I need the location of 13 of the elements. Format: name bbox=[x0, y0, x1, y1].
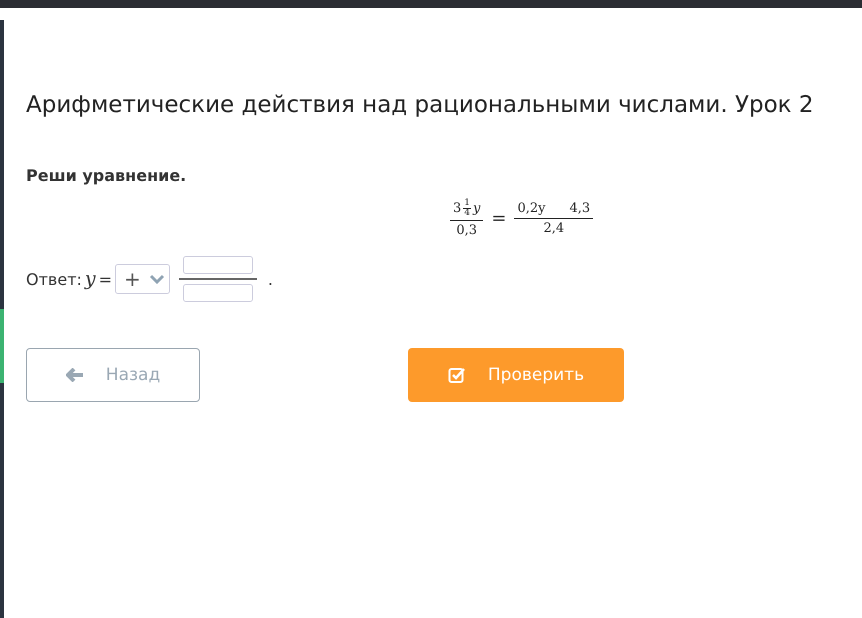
answer-variable: y bbox=[84, 268, 96, 290]
numerator-field[interactable] bbox=[182, 256, 253, 274]
denominator-field[interactable] bbox=[182, 284, 253, 302]
task-text: Реши уравнение. bbox=[26, 166, 188, 185]
answer-label: Ответ: bbox=[26, 270, 82, 288]
lesson-title: Арифметические действия над рациональными числами. Урок 2 bbox=[26, 92, 815, 118]
checkbox-icon bbox=[448, 366, 466, 384]
sign-select[interactable]: + bbox=[115, 264, 170, 294]
chevron-down-icon bbox=[148, 274, 165, 284]
check-button[interactable]: Проверить bbox=[408, 348, 624, 402]
arrow-left-icon bbox=[66, 368, 84, 382]
period: . bbox=[268, 270, 273, 288]
equals-sign: = bbox=[98, 270, 112, 288]
